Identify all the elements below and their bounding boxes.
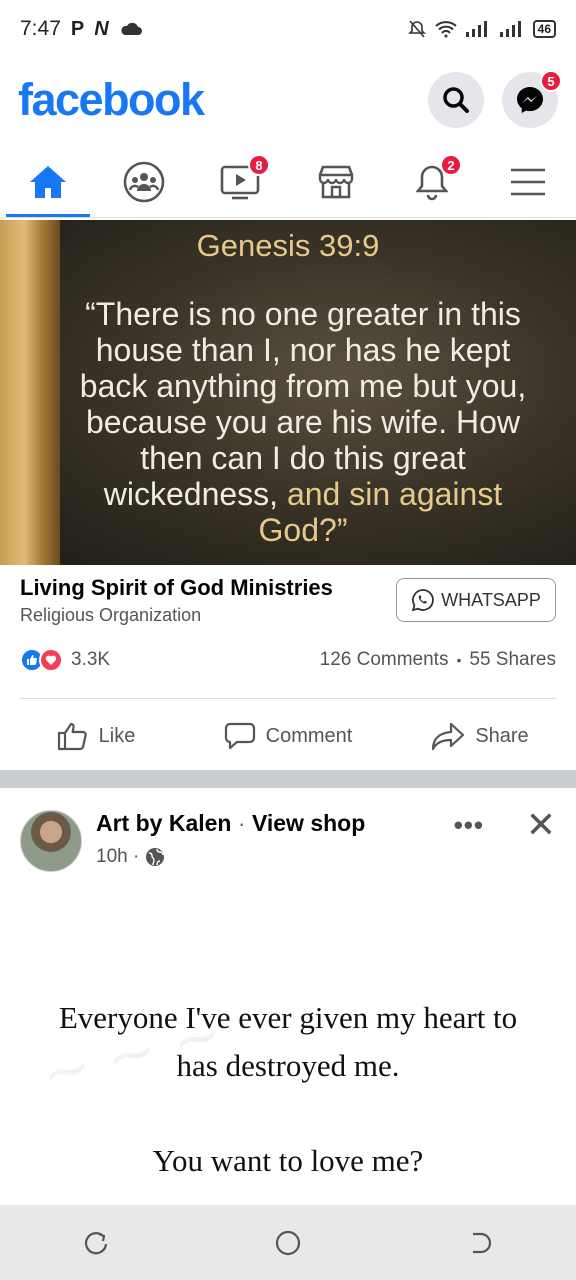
comment-button[interactable]: Comment — [192, 708, 384, 764]
quote-line: “There is no one greater in this — [85, 296, 521, 332]
tab-marketplace[interactable] — [288, 146, 384, 217]
n-app-icon: N — [94, 17, 109, 40]
close-button[interactable]: ✕ — [526, 804, 556, 846]
facebook-logo[interactable]: facebook — [18, 74, 205, 126]
post-line: has destroyed me. — [176, 1048, 400, 1083]
comment-icon — [224, 722, 255, 750]
quote-line: wickedness, and sin against — [40, 476, 566, 512]
page-info: Living Spirit of God Ministries Religiou… — [20, 575, 333, 626]
more-options-button[interactable]: ••• — [454, 810, 484, 841]
quote-line: God?” — [258, 512, 348, 548]
notifications-badge: 2 — [440, 154, 462, 176]
share-label: Share — [475, 724, 529, 747]
view-shop-link[interactable]: View shop — [252, 810, 365, 836]
mute-icon — [407, 20, 426, 38]
signal-icon — [465, 21, 487, 37]
post-image[interactable]: Genesis 39:9 “There is no one greater in… — [0, 220, 576, 565]
divider — [20, 698, 556, 699]
app-header: facebook 5 — [0, 62, 576, 138]
post-header: Art by Kalen · View shop 10h · ••• ✕ — [20, 804, 556, 874]
thumbs-up-icon — [57, 722, 87, 751]
whatsapp-label: WHATSAPP — [441, 589, 541, 610]
search-button[interactable] — [428, 72, 484, 128]
shares-count[interactable]: 55 Shares — [469, 649, 556, 671]
status-bar: 7:47 P N 46 — [0, 0, 576, 58]
love-reaction-icon — [39, 648, 63, 672]
post-actions: Like Comment Share — [0, 708, 576, 764]
search-icon — [443, 87, 469, 113]
home-button-icon[interactable] — [273, 1228, 303, 1258]
whatsapp-button[interactable]: WHATSAPP — [396, 578, 556, 622]
wifi-icon — [434, 21, 457, 38]
reactions-count[interactable]: 3.3K — [71, 649, 110, 671]
watch-badge: 8 — [248, 154, 270, 176]
quote-line: because you are his wife. How — [86, 404, 520, 440]
messenger-button[interactable]: 5 — [502, 70, 562, 128]
share-button[interactable]: Share — [384, 708, 576, 764]
author-line: Art by Kalen · View shop — [96, 810, 365, 837]
author-name[interactable]: Art by Kalen — [96, 810, 231, 836]
post-meta: 10h · — [96, 846, 165, 868]
tab-menu[interactable] — [480, 146, 576, 217]
messenger-icon — [517, 87, 543, 113]
marketplace-icon — [318, 165, 354, 198]
hamburger-menu-icon — [511, 168, 545, 195]
page-category: Religious Organization — [20, 605, 202, 625]
quote-text: wickedness, — [103, 476, 287, 512]
comment-label: Comment — [265, 724, 353, 747]
tab-watch[interactable]: 8 — [192, 146, 288, 217]
post-stats: 3.3K 126 Comments • 55 Shares — [20, 648, 556, 672]
comments-count[interactable]: 126 Comments — [320, 649, 449, 671]
scripture-reference: Genesis 39:9 — [196, 228, 380, 263]
page-name[interactable]: Living Spirit of God Ministries — [20, 575, 333, 601]
like-button[interactable]: Like — [0, 708, 192, 764]
post-line: You want to love me? — [152, 1143, 424, 1178]
signal-icon-2 — [499, 21, 521, 37]
home-icon — [30, 165, 66, 198]
tab-home[interactable] — [0, 146, 96, 217]
quote-line: back anything from me but you, — [79, 368, 527, 404]
separator-dot: · — [237, 810, 246, 836]
whatsapp-icon — [411, 589, 434, 612]
scripture-quote: “There is no one greater in this house t… — [40, 296, 566, 548]
stats-separator: • — [456, 652, 462, 668]
recent-apps-icon[interactable] — [81, 1228, 111, 1258]
status-time: 7:47 — [20, 17, 61, 40]
groups-icon — [123, 161, 165, 202]
post-text-image[interactable]: ~ ~ ~ Everyone I've ever given my heart … — [0, 900, 576, 1205]
system-nav-bar — [0, 1205, 576, 1280]
back-icon[interactable] — [465, 1228, 495, 1258]
post-line: Everyone I've ever given my heart to — [58, 1000, 518, 1035]
quote-line: house than I, nor has he kept — [95, 332, 511, 368]
battery-icon: 46 — [532, 20, 556, 38]
globe-icon — [146, 848, 165, 866]
quote-highlight: and sin against — [286, 476, 503, 512]
share-icon — [432, 722, 465, 751]
quote-line: then can I do this great — [140, 440, 466, 476]
avatar[interactable] — [20, 810, 82, 872]
tab-groups[interactable] — [96, 146, 192, 217]
reaction-icons[interactable] — [20, 648, 63, 672]
messenger-badge: 5 — [540, 70, 562, 92]
feed-separator — [0, 770, 576, 788]
tab-notifications[interactable]: 2 — [384, 146, 480, 217]
parking-icon: P — [70, 17, 85, 40]
nav-tabs: 8 2 — [0, 146, 576, 218]
cloud-icon — [121, 22, 142, 35]
like-label: Like — [98, 724, 136, 747]
post-time[interactable]: 10h · — [96, 846, 139, 868]
